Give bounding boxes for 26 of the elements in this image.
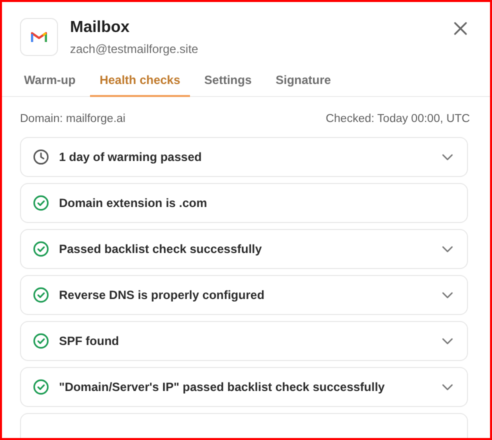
- check-circle-icon: [33, 379, 49, 395]
- check-label: "Domain/Server's IP" passed backlist check successfully: [59, 380, 386, 394]
- mail-logo-icon: [20, 18, 58, 56]
- checked-time: Checked: Today 00:00, UTC: [326, 113, 470, 125]
- check-circle-icon: [33, 287, 49, 303]
- health-check-card[interactable]: SPF found: [20, 321, 468, 361]
- tab[interactable]: Warm-up: [14, 71, 86, 97]
- check-label: Reverse DNS is properly configured: [59, 288, 266, 302]
- health-check-card[interactable]: 1 day of warming passed: [20, 137, 468, 177]
- domain-label: Domain: mailforge.ai: [20, 113, 126, 125]
- check-label: Passed backlist check successfully: [59, 242, 263, 256]
- check-label: 1 day of warming passed: [59, 150, 203, 164]
- tab[interactable]: Signature: [266, 71, 341, 97]
- health-check-card[interactable]: Reverse DNS is properly configured: [20, 275, 468, 315]
- check-circle-icon: [33, 333, 49, 349]
- mailbox-title: Mailbox: [70, 19, 131, 37]
- clock-icon: [33, 149, 49, 165]
- check-circle-icon: [33, 241, 49, 257]
- health-check-card[interactable]: "Domain/Server's IP" passed backlist check successfully: [20, 367, 468, 407]
- check-label: Domain extension is .com: [59, 196, 208, 210]
- check-label: SPF found: [59, 334, 120, 348]
- mailbox-email: zach@testmailforge.site: [70, 42, 200, 56]
- close-button[interactable]: [452, 20, 468, 36]
- check-circle-icon: [33, 195, 49, 211]
- health-check-card[interactable]: Passed backlist check successfully: [20, 229, 468, 269]
- tab[interactable]: Settings: [194, 71, 262, 97]
